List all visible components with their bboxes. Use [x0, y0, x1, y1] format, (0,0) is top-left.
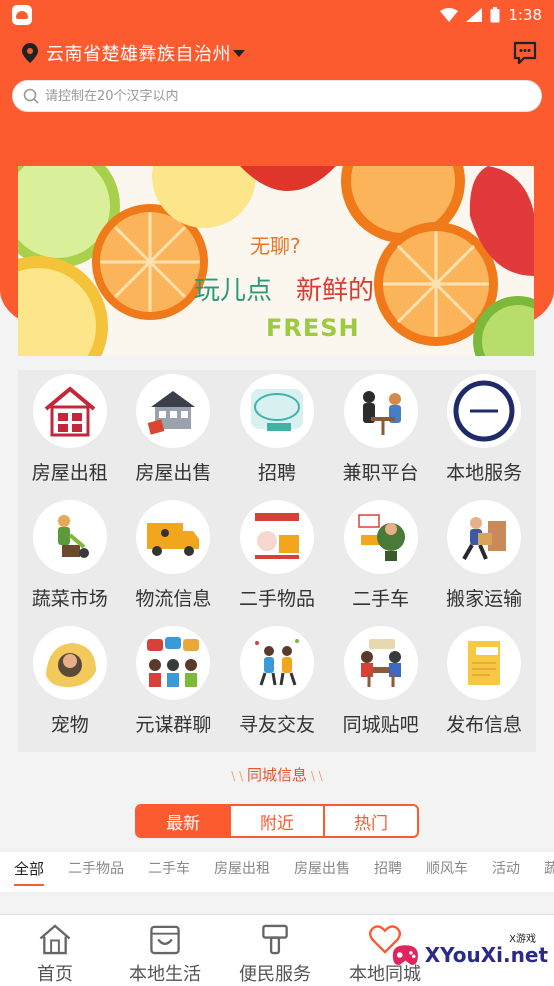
battery-icon [490, 7, 500, 23]
search-bar[interactable] [12, 80, 542, 112]
hammer-icon [262, 924, 288, 955]
gamepad-logo-icon [392, 945, 418, 965]
grid-item-flea-market[interactable]: 二手物品 [225, 500, 329, 626]
grid-item-pet[interactable]: 宠物 [18, 626, 122, 752]
nav-local-life[interactable]: 本地生活 [110, 915, 220, 986]
category-tabs: 全部 二手物品 二手车 房屋出租 房屋出售 招聘 顺风车 活动 蔬 [0, 852, 554, 892]
grid-label: 寻友交友 [238, 714, 315, 736]
tab-secondhand[interactable]: 二手物品 [68, 852, 124, 878]
pet-icon [32, 626, 107, 700]
grid-item-part-time[interactable]: 兼职平台 [329, 374, 433, 500]
location-selector[interactable]: 云南省楚雄彝族自治州 [22, 40, 245, 66]
banner-line3: FRESH [266, 314, 360, 342]
flea-market-icon [239, 500, 314, 574]
grid-label: 本地服务 [446, 462, 523, 484]
tab-all[interactable]: 全部 [14, 852, 45, 886]
grid-item-house-rent[interactable]: 房屋出租 [18, 374, 122, 500]
wifi-icon [440, 8, 459, 22]
tab-vegetable[interactable]: 蔬 [544, 852, 554, 878]
grid-label: 二手车 [352, 588, 410, 610]
status-bar: 1:38 [0, 0, 554, 30]
forum-icon [343, 626, 418, 700]
nav-label: 首页 [37, 964, 73, 985]
status-time: 1:38 [508, 6, 542, 24]
nav-home[interactable]: 首页 [0, 915, 110, 986]
grid-label: 房屋出售 [135, 462, 212, 484]
vegetable-icon [32, 500, 107, 574]
sort-segment: 最新 附近 热门 [135, 804, 419, 838]
grid-label: 兼职平台 [342, 462, 419, 484]
grid-label: 宠物 [50, 714, 89, 736]
nav-label: 便民服务 [239, 964, 311, 985]
grid-item-friends[interactable]: 寻友交友 [225, 626, 329, 752]
grid-item-moving[interactable]: 搬家运输 [432, 500, 536, 626]
banner-line1: 无聊? [250, 234, 301, 258]
search-icon [23, 88, 39, 104]
watermark-text: XYouXi.net [424, 943, 548, 967]
home-icon [39, 924, 71, 955]
local-service-icon [447, 374, 522, 448]
section-title: \ \ 同城信息 \ \ [0, 764, 554, 785]
segment-hot[interactable]: 热门 [323, 806, 417, 836]
grid-item-group-chat[interactable]: 元谋群聊 [122, 626, 226, 752]
banner-line2b: 新鲜的 [296, 276, 375, 306]
house-rent-icon [32, 374, 107, 448]
grid-label: 招聘 [257, 462, 296, 484]
location-pin-icon [22, 43, 38, 63]
house-sale-icon [136, 374, 211, 448]
grid-label: 房屋出租 [31, 462, 108, 484]
tab-activity[interactable]: 活动 [492, 852, 520, 878]
nav-label: 本地生活 [129, 964, 201, 985]
grid-item-logistics[interactable]: 物流信息 [122, 500, 226, 626]
watermark: XYouXi.net X游戏 [390, 928, 548, 982]
grid-item-forum[interactable]: 同城贴吧 [329, 626, 433, 752]
search-input[interactable] [45, 88, 525, 104]
watermark-small-text: X游戏 [509, 934, 536, 945]
grid-item-vegetable[interactable]: 蔬菜市场 [18, 500, 122, 626]
section-title-text: 同城信息 [246, 766, 307, 784]
grid-label: 蔬菜市场 [31, 588, 108, 610]
section-title-decoration: \ \ [307, 769, 323, 783]
used-car-icon [343, 500, 418, 574]
grid-item-publish[interactable]: 发布信息 [432, 626, 536, 752]
location-text: 云南省楚雄彝族自治州 [46, 44, 231, 65]
logistics-icon [136, 500, 211, 574]
grid-item-house-sale[interactable]: 房屋出售 [122, 374, 226, 500]
tab-house-rent[interactable]: 房屋出租 [214, 852, 270, 878]
publish-icon [447, 626, 522, 700]
promo-banner[interactable]: 无聊? 玩儿点 新鲜的 FRESH [18, 166, 534, 356]
grid-label: 同城贴吧 [342, 714, 419, 736]
section-title-decoration: \ \ [231, 769, 247, 783]
grid-item-recruit[interactable]: 招聘 [225, 374, 329, 500]
nav-convenience[interactable]: 便民服务 [220, 915, 330, 986]
caret-down-icon [233, 50, 245, 57]
grid-item-local-service[interactable]: 本地服务 [432, 374, 536, 500]
recruit-icon [239, 374, 314, 448]
tab-recruit[interactable]: 招聘 [374, 852, 402, 878]
grid-label: 搬家运输 [446, 588, 523, 610]
segment-nearby[interactable]: 附近 [229, 806, 323, 836]
grid-label: 元谋群聊 [135, 714, 212, 736]
group-chat-icon [136, 626, 211, 700]
tab-used-car[interactable]: 二手车 [148, 852, 190, 878]
grid-item-used-car[interactable]: 二手车 [329, 500, 433, 626]
grid-label: 发布信息 [446, 714, 523, 736]
moving-icon [447, 500, 522, 574]
part-time-icon [343, 374, 418, 448]
friends-icon [239, 626, 314, 700]
shopping-bag-icon [150, 925, 180, 955]
service-grid: 房屋出租 房屋出售 招聘 兼职平台 本地服务 蔬菜市场 物流信息 二手物品 二手… [18, 370, 536, 752]
app-notification-icon [12, 5, 32, 25]
banner-line2a: 玩儿点 [194, 276, 273, 306]
tab-house-sale[interactable]: 房屋出售 [294, 852, 350, 878]
grid-label: 物流信息 [135, 588, 212, 610]
grid-label: 二手物品 [238, 588, 315, 610]
message-icon[interactable] [512, 40, 538, 66]
signal-icon [466, 8, 483, 22]
segment-latest[interactable]: 最新 [137, 806, 229, 836]
tab-carpool[interactable]: 顺风车 [426, 852, 468, 878]
